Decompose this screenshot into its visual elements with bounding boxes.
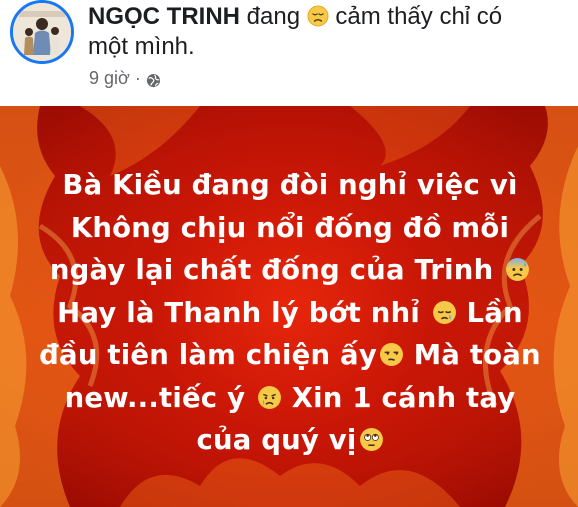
author-name[interactable]: NGỌC TRINH <box>88 3 240 30</box>
feeling-text-line2: một mình. <box>88 33 195 60</box>
post-line: Bà Kiều đang đòi nghỉ việc vì <box>62 169 518 201</box>
post-body-text: Bà Kiều đang đòi nghỉ việc vì Không chịu… <box>30 164 550 462</box>
anxious-sweat-face-icon <box>505 252 530 281</box>
post-line: Không chịu nổi đống đồ mỗi <box>70 211 510 244</box>
post-line: new...tiếc ý Xin 1 cánh tay <box>64 380 516 414</box>
sad-face-emoji-icon <box>307 5 329 27</box>
meta-separator: · <box>134 68 141 88</box>
globe-icon[interactable] <box>146 71 161 87</box>
unamused-face-icon <box>379 337 404 366</box>
post-status-line: NGỌC TRINH đang cảm thấy chỉ có một mình… <box>88 2 568 62</box>
sleepy-face-icon <box>432 295 457 324</box>
post-line: đầu tiên làm chiện ấy Mà toàn <box>39 337 541 371</box>
post-header: NGỌC TRINH đang cảm thấy chỉ có một mình… <box>0 0 578 106</box>
post-fire-background[interactable]: Bà Kiều đang đòi nghỉ việc vì Không chịu… <box>0 106 578 507</box>
post-line: ngày lại chất đống của Trinh <box>30 249 550 292</box>
post-meta: 9 giờ · <box>89 67 161 89</box>
feeling-prefix: đang <box>246 3 301 30</box>
eye-roll-face-icon <box>359 422 384 451</box>
crying-face-icon <box>257 380 282 409</box>
post-line: Hay là Thanh lý bớt nhỉ Lần <box>57 295 523 329</box>
avatar-photo <box>13 3 71 61</box>
post-time[interactable]: 9 giờ <box>89 67 130 89</box>
feeling-text-line1: cảm thấy chỉ có <box>335 3 503 30</box>
avatar[interactable] <box>10 0 74 64</box>
post-line: của quý vị <box>30 419 550 462</box>
